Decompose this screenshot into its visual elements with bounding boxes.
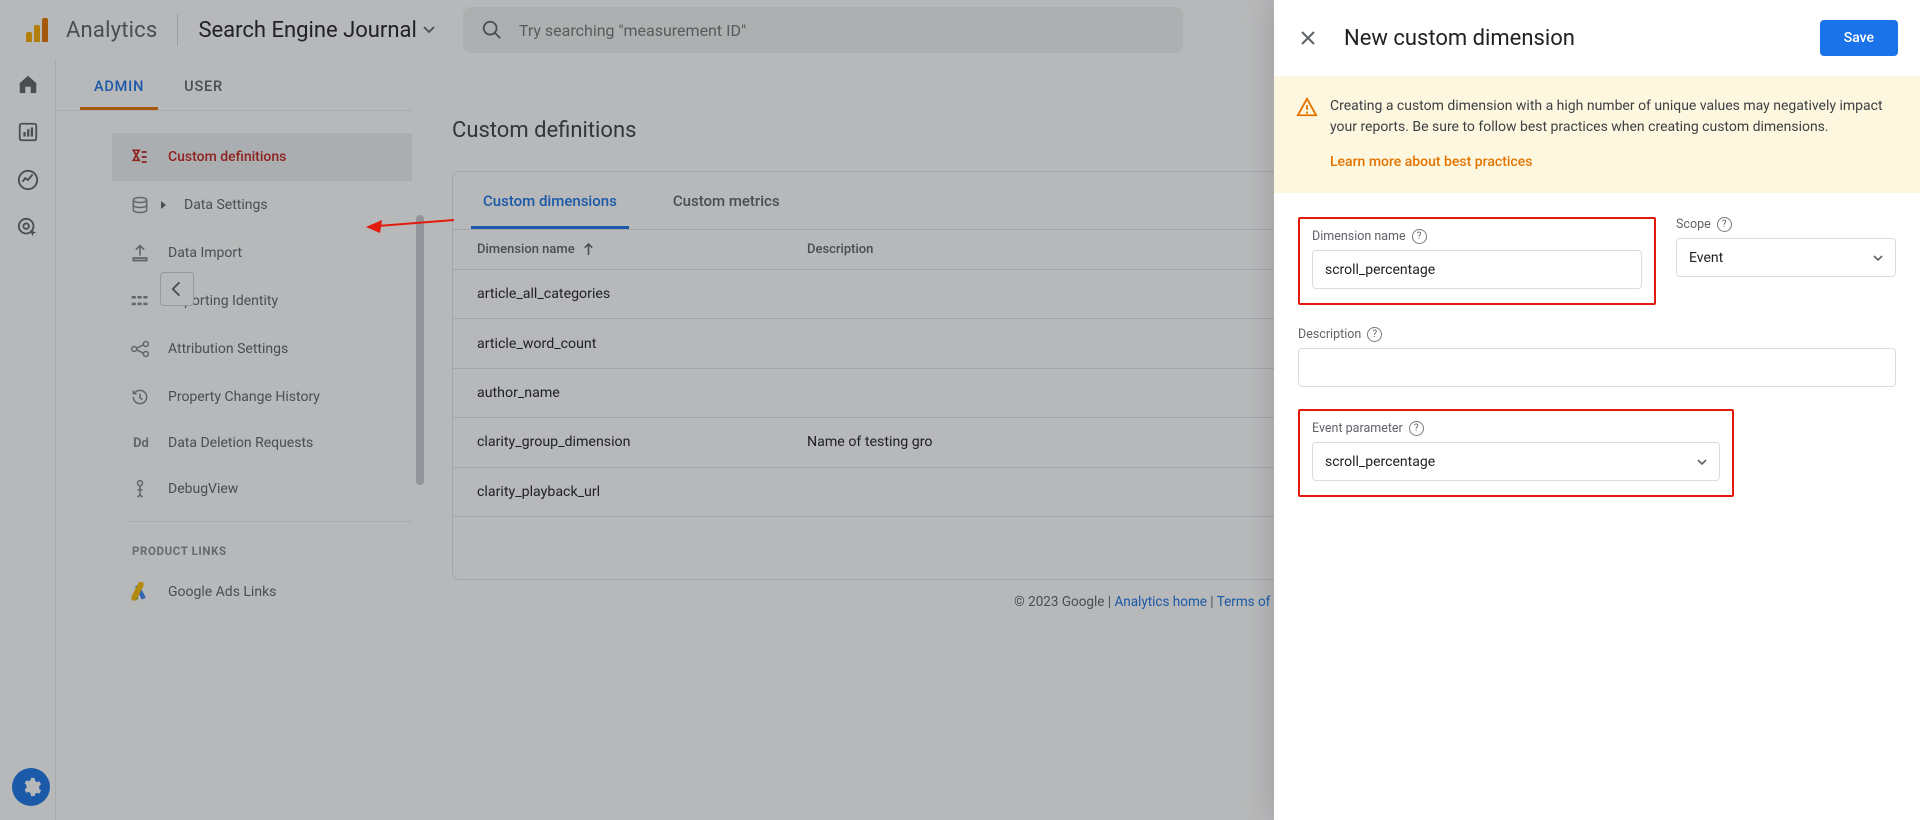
search-input[interactable] xyxy=(519,21,1165,40)
sidebar-item-label: Google Ads Links xyxy=(168,584,276,600)
custom-definitions-icon xyxy=(130,147,152,167)
description-input[interactable] xyxy=(1298,348,1896,387)
tab-custom-metrics[interactable]: Custom metrics xyxy=(661,172,792,229)
sidebar-item-change-history[interactable]: Property Change History xyxy=(112,373,412,421)
warning-icon xyxy=(1296,96,1318,118)
event-parameter-highlight: Event parameter ? scroll_percentage xyxy=(1298,409,1734,497)
scope-select[interactable]: Event xyxy=(1676,238,1896,277)
event-parameter-label: Event parameter ? xyxy=(1312,421,1720,436)
section-label: PRODUCT LINKS xyxy=(112,530,412,568)
admin-user-tabs: ADMIN USER xyxy=(56,60,412,111)
sidebar-item-google-ads[interactable]: Google Ads Links xyxy=(112,568,412,616)
help-icon[interactable]: ? xyxy=(1717,217,1732,232)
admin-sidebar: ADMIN USER Custom definitions Data Setti… xyxy=(56,60,412,820)
divider xyxy=(128,521,412,522)
dimension-name-input[interactable] xyxy=(1312,250,1642,289)
sidebar-item-data-settings[interactable]: Data Settings xyxy=(112,181,412,229)
analytics-logo-icon xyxy=(26,18,50,42)
google-ads-icon xyxy=(130,582,152,602)
sidebar-item-label: DebugView xyxy=(168,481,238,497)
history-icon xyxy=(130,387,152,407)
dimension-name-highlight: Dimension name ? xyxy=(1298,217,1656,305)
sort-asc-icon xyxy=(583,243,594,256)
close-button[interactable] xyxy=(1296,26,1320,50)
dimension-name-label: Dimension name ? xyxy=(1312,229,1642,244)
rail-reports[interactable] xyxy=(0,108,56,156)
description-field: Description ? xyxy=(1298,327,1896,387)
sidebar-item-attribution-settings[interactable]: Attribution Settings xyxy=(112,325,412,373)
col-header-name[interactable]: Dimension name xyxy=(477,242,807,257)
sidebar-item-label: Custom definitions xyxy=(168,149,286,165)
identity-icon xyxy=(130,291,152,311)
sidebar-item-data-deletion[interactable]: Dd Data Deletion Requests xyxy=(112,421,412,465)
caret-right-icon xyxy=(160,200,168,210)
sidebar-item-reporting-identity[interactable]: Reporting Identity xyxy=(112,277,412,325)
sidebar-item-label: Data Deletion Requests xyxy=(168,435,313,451)
event-parameter-select[interactable]: scroll_percentage xyxy=(1312,442,1720,481)
divider xyxy=(177,14,178,46)
chevron-down-icon xyxy=(1697,459,1707,465)
sidebar-item-debugview[interactable]: DebugView xyxy=(112,465,412,513)
target-click-icon xyxy=(17,217,39,239)
upload-icon xyxy=(130,243,152,263)
database-icon xyxy=(130,195,152,215)
admin-gear-button[interactable] xyxy=(12,768,50,806)
gear-icon xyxy=(20,776,42,798)
dd-icon: Dd xyxy=(130,436,152,451)
arrow-left-icon xyxy=(167,279,187,299)
back-button[interactable] xyxy=(160,272,194,306)
trend-icon xyxy=(17,169,39,191)
rail-explore[interactable] xyxy=(0,156,56,204)
sidebar-item-label: Attribution Settings xyxy=(168,341,288,357)
drawer-header: New custom dimension Save xyxy=(1274,0,1920,76)
warning-banner: Creating a custom dimension with a high … xyxy=(1274,76,1920,193)
scope-label: Scope ? xyxy=(1676,217,1896,232)
search-bar[interactable] xyxy=(463,7,1183,53)
close-icon xyxy=(1300,30,1316,46)
home-icon xyxy=(17,73,39,95)
footer-link-home[interactable]: Analytics home xyxy=(1114,594,1207,610)
help-icon[interactable]: ? xyxy=(1409,421,1424,436)
chevron-down-icon xyxy=(1873,255,1883,261)
tab-user[interactable]: USER xyxy=(170,60,237,110)
sidebar-item-label: Property Change History xyxy=(168,389,320,405)
left-nav-rail xyxy=(0,60,56,820)
sidebar-item-data-import[interactable]: Data Import xyxy=(112,229,412,277)
tab-admin[interactable]: ADMIN xyxy=(80,60,158,110)
rail-advertising[interactable] xyxy=(0,204,56,252)
warning-text: Creating a custom dimension with a high … xyxy=(1330,98,1883,135)
sidebar-list: Custom definitions Data Settings Data Im… xyxy=(56,111,412,616)
debug-icon xyxy=(130,479,152,499)
drawer-title: New custom dimension xyxy=(1344,26,1796,51)
tab-custom-dimensions[interactable]: Custom dimensions xyxy=(471,172,629,229)
help-icon[interactable]: ? xyxy=(1412,229,1427,244)
search-icon xyxy=(481,19,503,41)
attribution-icon xyxy=(130,339,152,359)
scope-field: Scope ? Event xyxy=(1676,217,1896,305)
sidebar-item-label: Data Settings xyxy=(184,197,268,213)
rail-home[interactable] xyxy=(0,60,56,108)
sidebar-item-custom-definitions[interactable]: Custom definitions xyxy=(112,133,412,181)
description-label: Description ? xyxy=(1298,327,1896,342)
property-selector[interactable]: Search Engine Journal xyxy=(198,18,434,43)
save-button[interactable]: Save xyxy=(1820,20,1898,56)
brand-label: Analytics xyxy=(66,18,157,43)
chevron-down-icon xyxy=(423,26,435,34)
help-icon[interactable]: ? xyxy=(1367,327,1382,342)
drawer-form: Dimension name ? Scope ? Event Descripti… xyxy=(1274,193,1920,521)
property-name: Search Engine Journal xyxy=(198,18,416,43)
learn-more-link[interactable]: Learn more about best practices xyxy=(1330,152,1532,173)
sidebar-item-label: Data Import xyxy=(168,245,242,261)
bar-chart-icon xyxy=(17,121,39,143)
new-dimension-drawer: New custom dimension Save Creating a cus… xyxy=(1274,0,1920,820)
